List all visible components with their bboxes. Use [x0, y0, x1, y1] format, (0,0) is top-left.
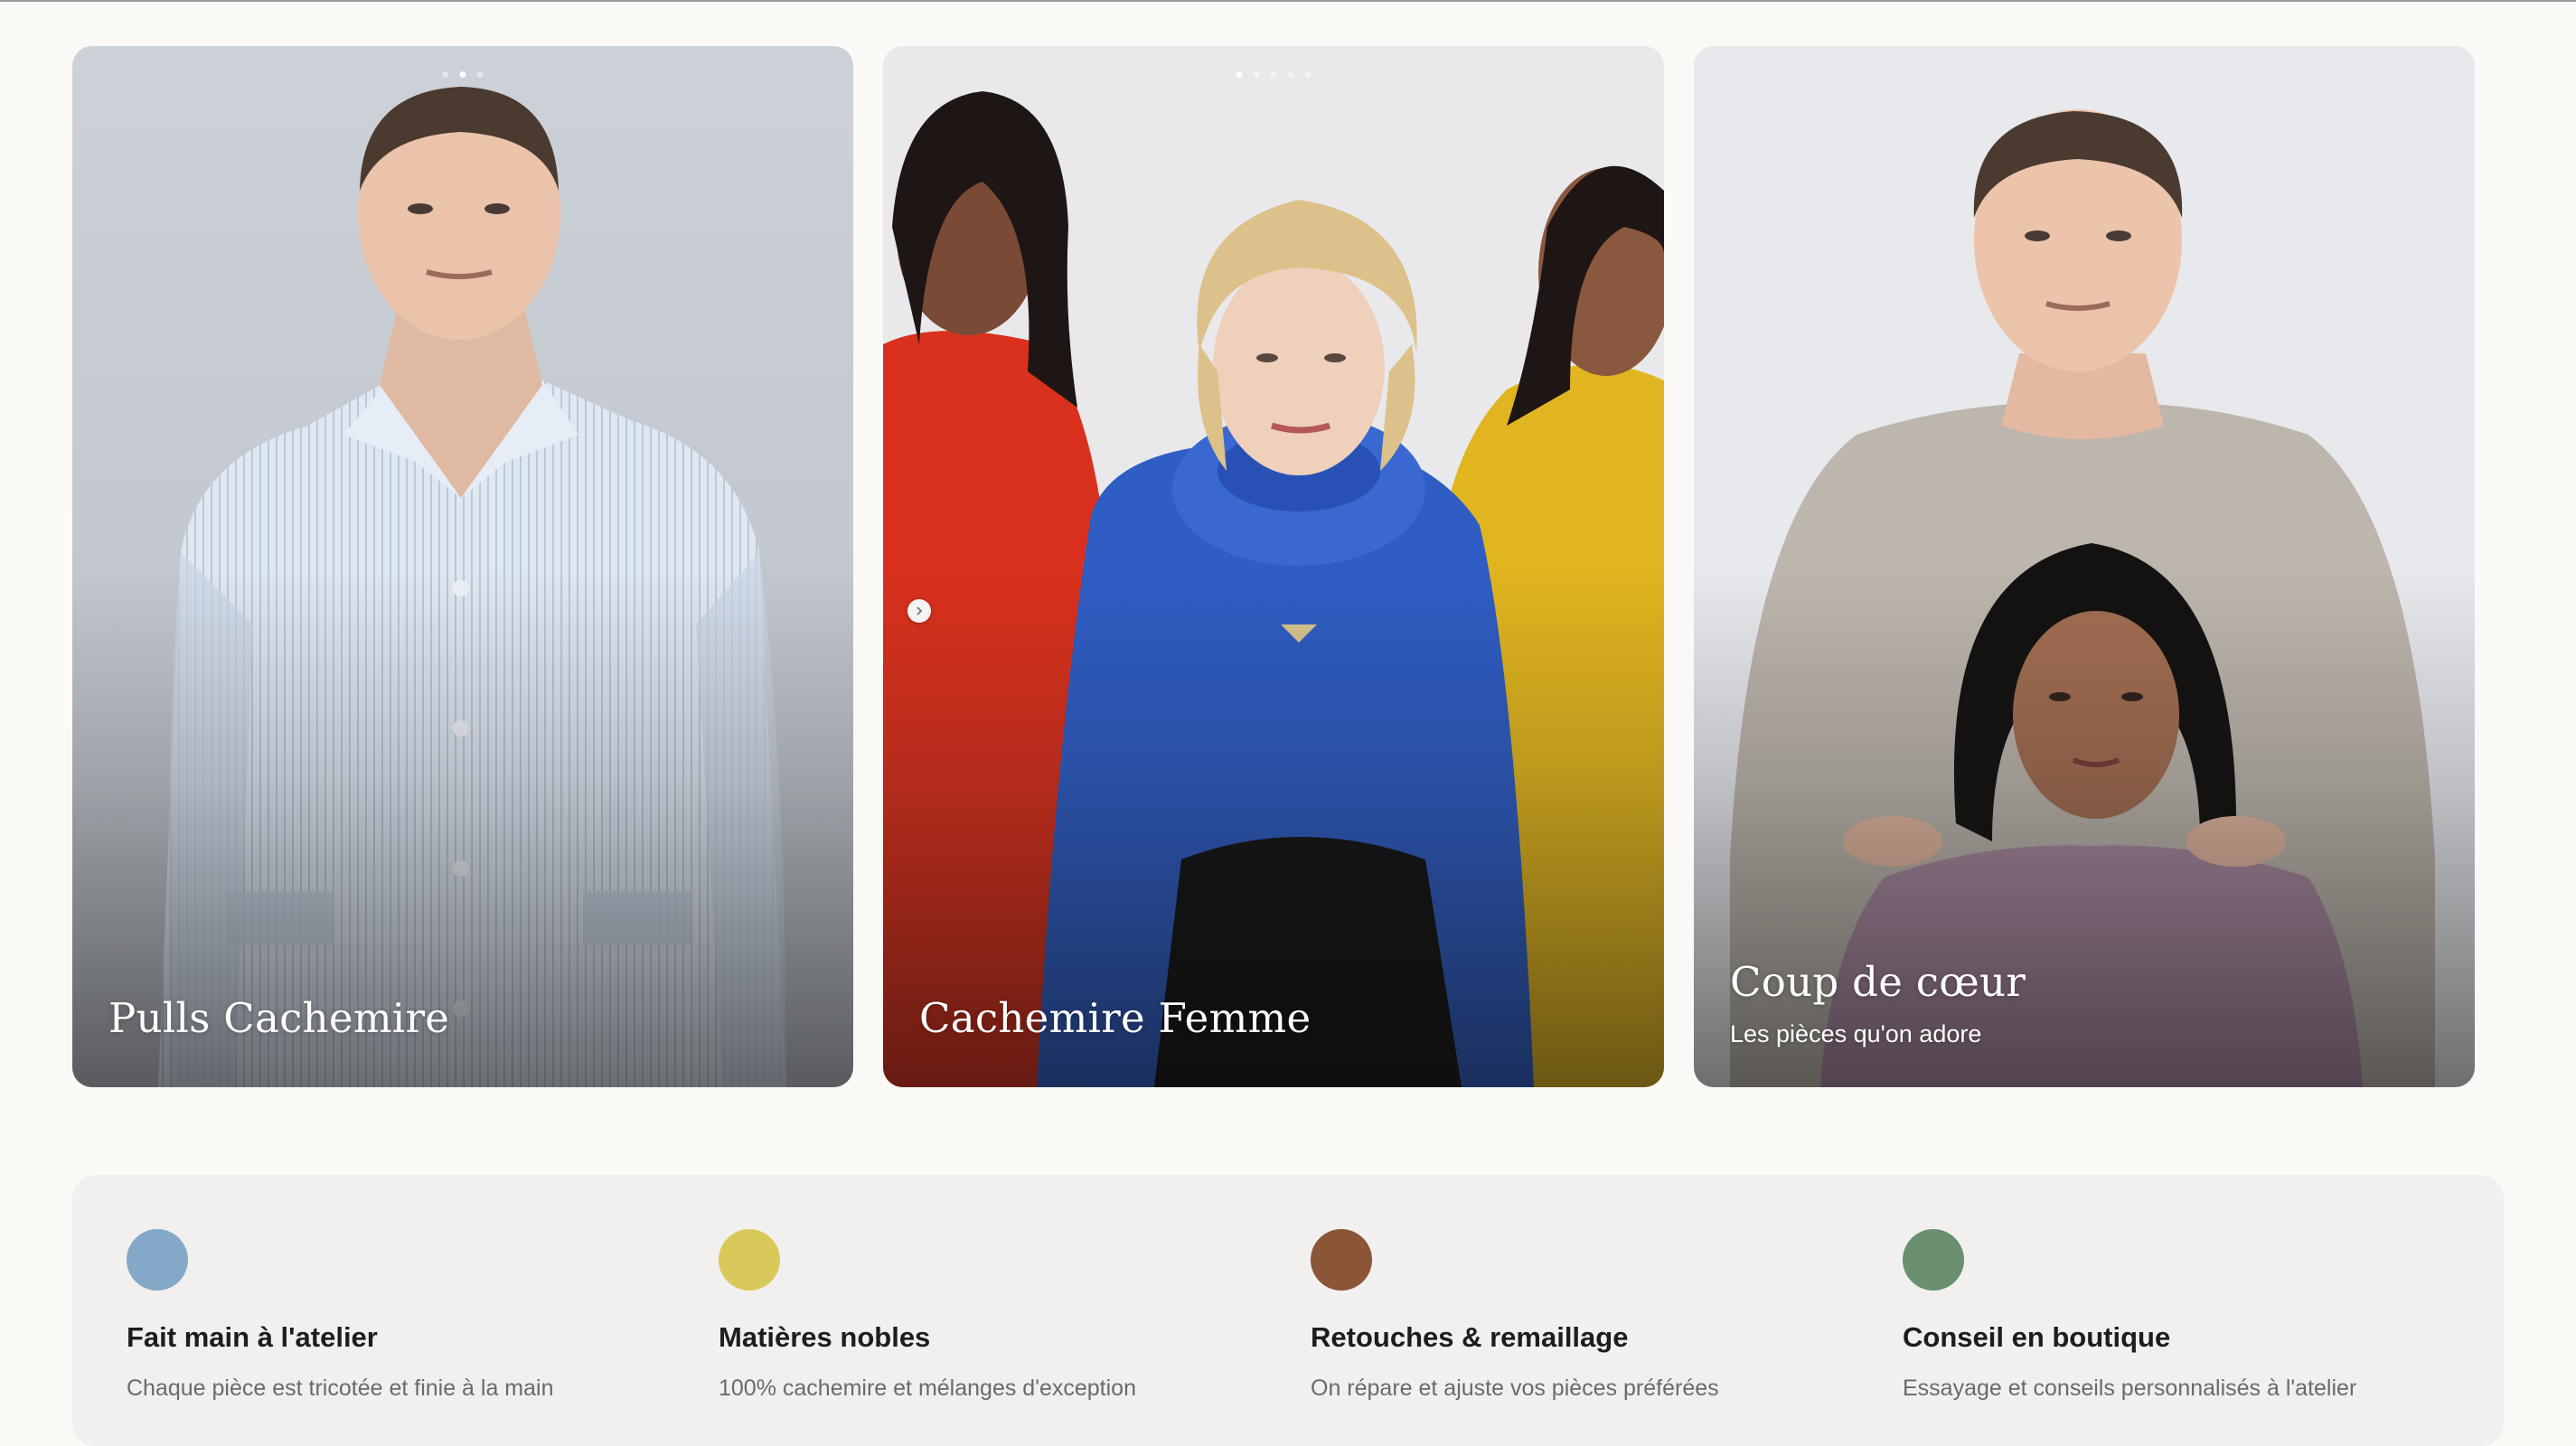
carousel-dot-active[interactable]	[459, 71, 466, 78]
carousel-dot-active[interactable]	[1236, 71, 1243, 78]
card-photo	[72, 46, 853, 1087]
category-card-cachemire-femme[interactable]: Cachemire Femme	[883, 46, 1664, 1087]
feature-alterations: Retouches & remaillage On répare et ajus…	[1311, 1229, 1853, 1402]
feature-color-dot	[719, 1229, 780, 1291]
feature-description: 100% cachemire et mélanges d'exception	[719, 1376, 1136, 1401]
carousel-dot[interactable]	[1304, 71, 1312, 78]
carousel-dot[interactable]	[1270, 71, 1277, 78]
header-divider	[0, 0, 2576, 2]
chevron-right-icon	[917, 606, 923, 615]
category-card-pulls-cachemire[interactable]: Pulls Cachemire	[72, 46, 853, 1087]
feature-in-store-advice: Conseil en boutique Essayage et conseils…	[1903, 1229, 2445, 1402]
feature-title: Fait main à l'atelier	[127, 1321, 378, 1353]
feature-title: Conseil en boutique	[1903, 1321, 2171, 1353]
card-title: Cachemire Femme	[919, 994, 1312, 1042]
carousel-indicator	[1236, 71, 1312, 78]
card-photo	[1694, 46, 2475, 1087]
card-title: Pulls Cachemire	[108, 994, 450, 1042]
category-card-coup-de-coeur[interactable]: Coup de cœur Les pièces qu'on adore	[1694, 46, 2475, 1087]
carousel-indicator	[442, 71, 484, 78]
feature-description: On répare et ajuste vos pièces préférées	[1311, 1376, 1719, 1401]
carousel-next-button[interactable]	[907, 599, 931, 623]
card-subtitle: Les pièces qu'on adore	[1730, 1020, 1982, 1047]
feature-title: Matières nobles	[719, 1321, 931, 1353]
card-photo	[883, 46, 1664, 1087]
atelier-features: Fait main à l'atelier Chaque pièce est t…	[72, 1175, 2504, 1446]
category-cards: Pulls Cachemire Cachemire Femme Coup de …	[72, 46, 2475, 1087]
feature-handmade: Fait main à l'atelier Chaque pièce est t…	[127, 1229, 669, 1402]
feature-color-dot	[1311, 1229, 1372, 1291]
feature-description: Chaque pièce est tricotée et finie à la …	[127, 1376, 554, 1401]
carousel-dot[interactable]	[476, 71, 484, 78]
carousel-dot[interactable]	[1287, 71, 1294, 78]
feature-noble-materials: Matières nobles 100% cachemire et mélang…	[719, 1229, 1261, 1402]
feature-title: Retouches & remaillage	[1311, 1321, 1629, 1353]
feature-color-dot	[1903, 1229, 1964, 1291]
carousel-dot[interactable]	[1253, 71, 1260, 78]
feature-color-dot	[127, 1229, 188, 1291]
card-title: Coup de cœur	[1730, 958, 2026, 1006]
feature-description: Essayage et conseils personnalisés à l'a…	[1903, 1376, 2357, 1401]
carousel-dot[interactable]	[442, 71, 449, 78]
